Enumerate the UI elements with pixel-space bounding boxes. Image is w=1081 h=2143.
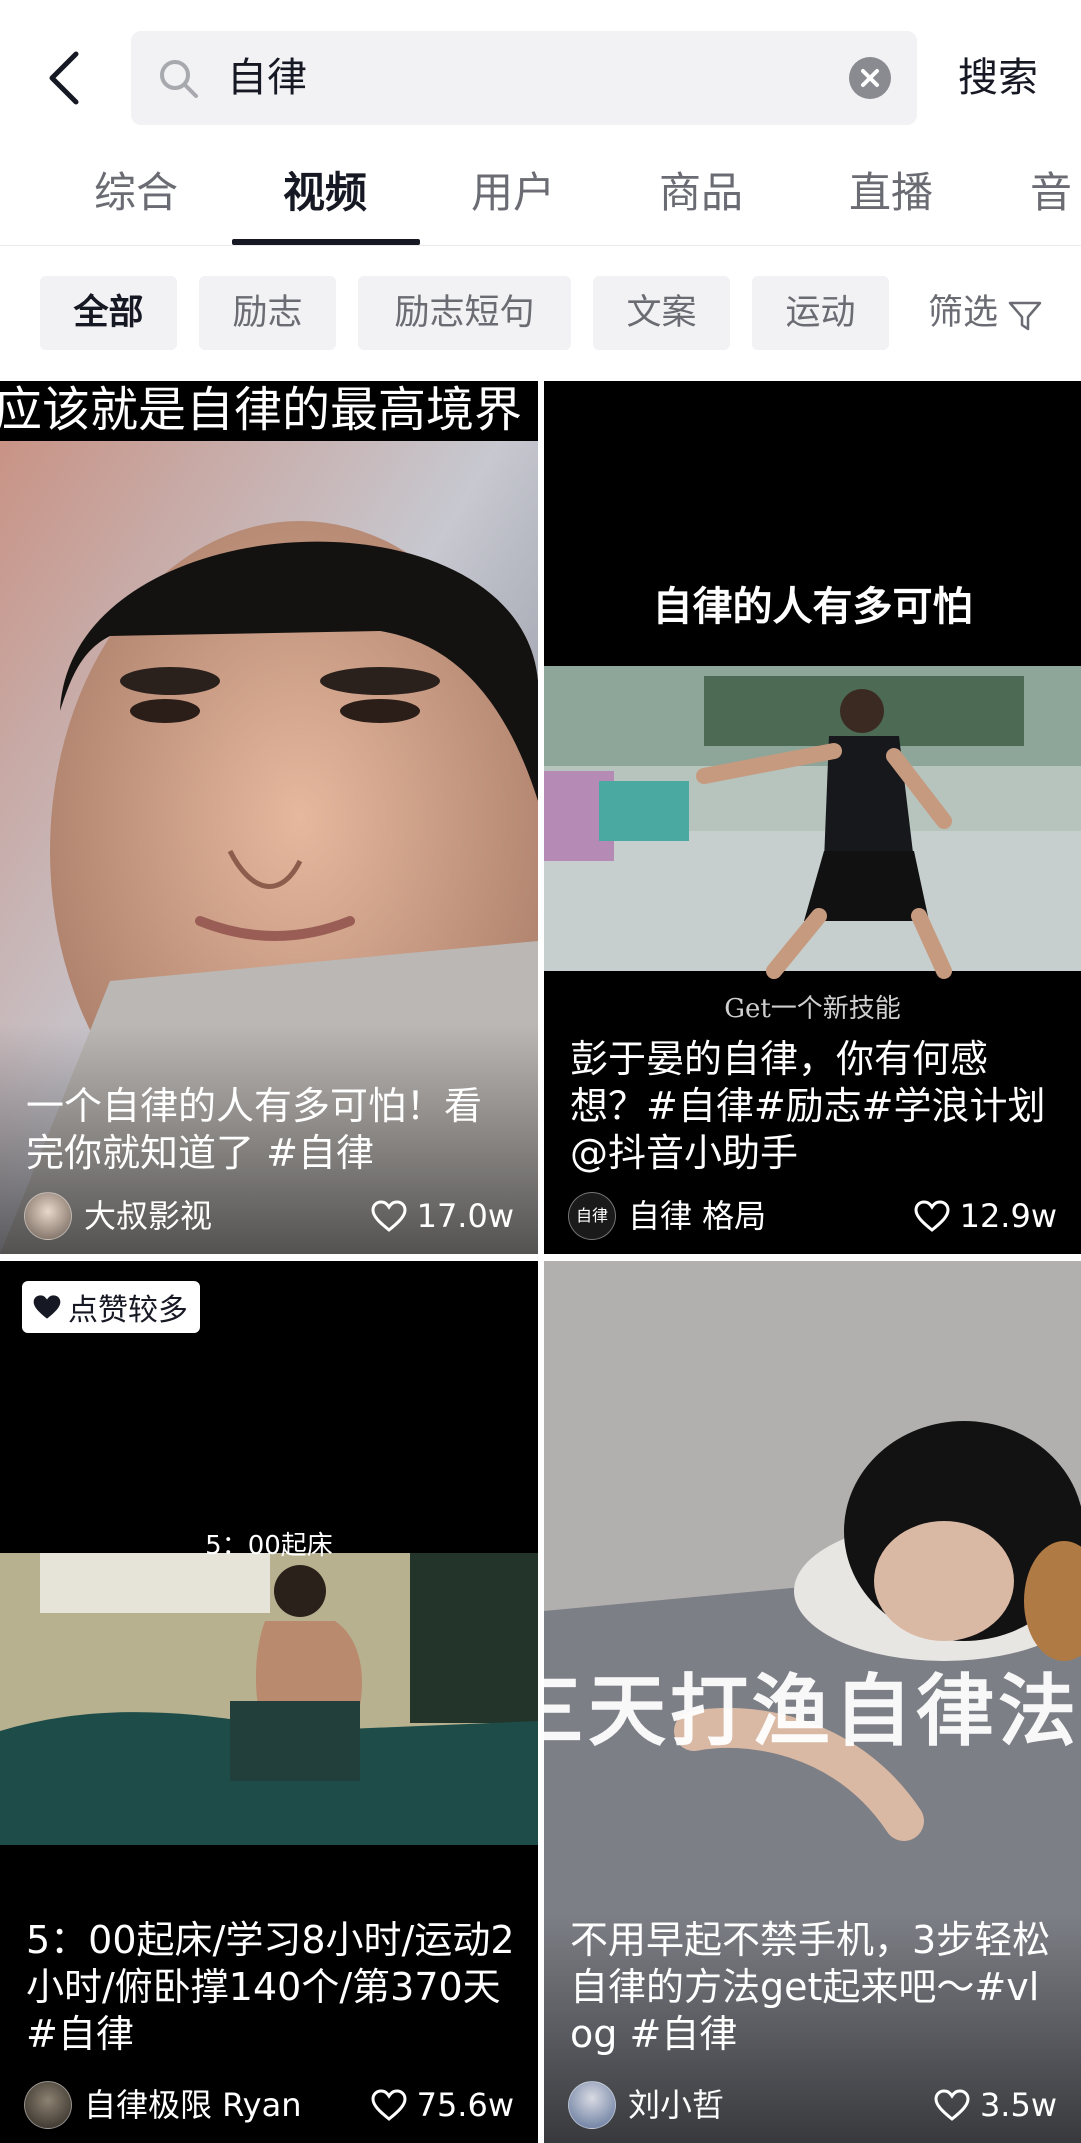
search-icon bbox=[160, 60, 198, 98]
tab-live[interactable]: 直播 bbox=[816, 160, 966, 226]
author-name: 大叔影视 bbox=[84, 1197, 213, 1235]
heart-icon bbox=[914, 1200, 950, 1232]
filter-button[interactable]: 筛选 bbox=[928, 276, 998, 350]
video-overlay-caption: 5：00起床 bbox=[205, 1531, 333, 1561]
filter-chip-all[interactable]: 全部 bbox=[40, 276, 177, 350]
author-name: 刘小哲 bbox=[628, 2086, 725, 2124]
filter-chip-sports[interactable]: 运动 bbox=[752, 276, 889, 350]
author-name: 自律 格局 bbox=[628, 1197, 767, 1235]
heart-icon bbox=[33, 1295, 61, 1319]
heart-icon bbox=[371, 2089, 407, 2121]
avatar bbox=[24, 1192, 72, 1240]
popular-badge: 点赞较多 bbox=[22, 1281, 200, 1333]
video-overlay-subcaption: Get一个新技能 bbox=[724, 994, 901, 1024]
chevron-left-icon bbox=[49, 51, 79, 105]
search-button[interactable]: 搜索 bbox=[958, 31, 1038, 125]
video-author[interactable]: 大叔影视 bbox=[24, 1192, 212, 1240]
tab-users[interactable]: 用户 bbox=[438, 160, 588, 226]
close-icon bbox=[861, 69, 879, 87]
video-overlay-caption: 应该就是自律的最高境界 bbox=[0, 382, 523, 438]
tab-music[interactable]: 音 bbox=[1030, 160, 1081, 226]
filter-chip-inspirational[interactable]: 励志 bbox=[199, 276, 336, 350]
search-input[interactable]: 自律 bbox=[227, 31, 307, 125]
tab-divider bbox=[0, 245, 1081, 246]
tab-video[interactable]: 视频 bbox=[250, 160, 400, 226]
author-name: 自律极限 Ryan bbox=[84, 2086, 302, 2124]
funnel-icon[interactable] bbox=[1008, 301, 1042, 331]
search-bar[interactable]: 自律 bbox=[131, 31, 917, 125]
clear-search-button[interactable] bbox=[849, 57, 891, 99]
video-card[interactable]: 自律的人有多可怕 Get一个新技能 彭于晏的自律，你有何感想？#自律#励志#学浪… bbox=[544, 381, 1081, 1254]
heart-icon bbox=[934, 2089, 970, 2121]
heart-icon bbox=[371, 1200, 407, 1232]
like-count: 12.9w bbox=[914, 1192, 1057, 1240]
video-author[interactable]: 刘小哲 bbox=[568, 2081, 724, 2129]
tab-general[interactable]: 综合 bbox=[61, 160, 211, 226]
like-count: 75.6w bbox=[371, 2081, 514, 2129]
video-title: 不用早起不禁手机，3步轻松自律的方法get起来吧～#vlog #自律 bbox=[570, 1918, 1051, 2056]
tab-products[interactable]: 商品 bbox=[626, 160, 776, 226]
like-count: 17.0w bbox=[371, 1192, 514, 1240]
avatar bbox=[568, 2081, 616, 2129]
video-author[interactable]: 自律 自律 格局 bbox=[568, 1192, 766, 1240]
like-count: 3.5w bbox=[934, 2081, 1057, 2129]
back-button[interactable] bbox=[38, 48, 90, 108]
filter-chip-quotes[interactable]: 励志短句 bbox=[358, 276, 571, 350]
video-card[interactable]: 三天打渔自律法 不用早起不禁手机，3步轻松自律的方法get起来吧～#vlog #… bbox=[544, 1261, 1081, 2143]
video-title: 彭于晏的自律，你有何感想？#自律#励志#学浪计划 @抖音小助手 bbox=[570, 1037, 1046, 1175]
video-author[interactable]: 自律极限 Ryan bbox=[24, 2081, 302, 2129]
avatar bbox=[24, 2081, 72, 2129]
video-overlay-caption: 三天打渔自律法 bbox=[544, 1667, 1081, 1757]
avatar: 自律 bbox=[568, 1192, 616, 1240]
video-title: 5：00起床/学习8小时/运动2小时/俯卧撑140个/第370天#自律 bbox=[26, 1918, 515, 2056]
video-overlay-caption: 自律的人有多可怕 bbox=[652, 584, 973, 630]
video-title: 一个自律的人有多可怕！看完你就知道了 #自律 bbox=[26, 1084, 483, 1175]
filter-chip-copywriting[interactable]: 文案 bbox=[593, 276, 730, 350]
video-card[interactable]: 点赞较多 5：00起床 5：00起床/学习8小时/运动2小时/俯卧撑140个/第… bbox=[0, 1261, 538, 2143]
video-card[interactable]: 应该就是自律的最高境界 一个自律的人有多可怕！看完你就知道了 #自律 大叔影视 … bbox=[0, 381, 538, 1254]
